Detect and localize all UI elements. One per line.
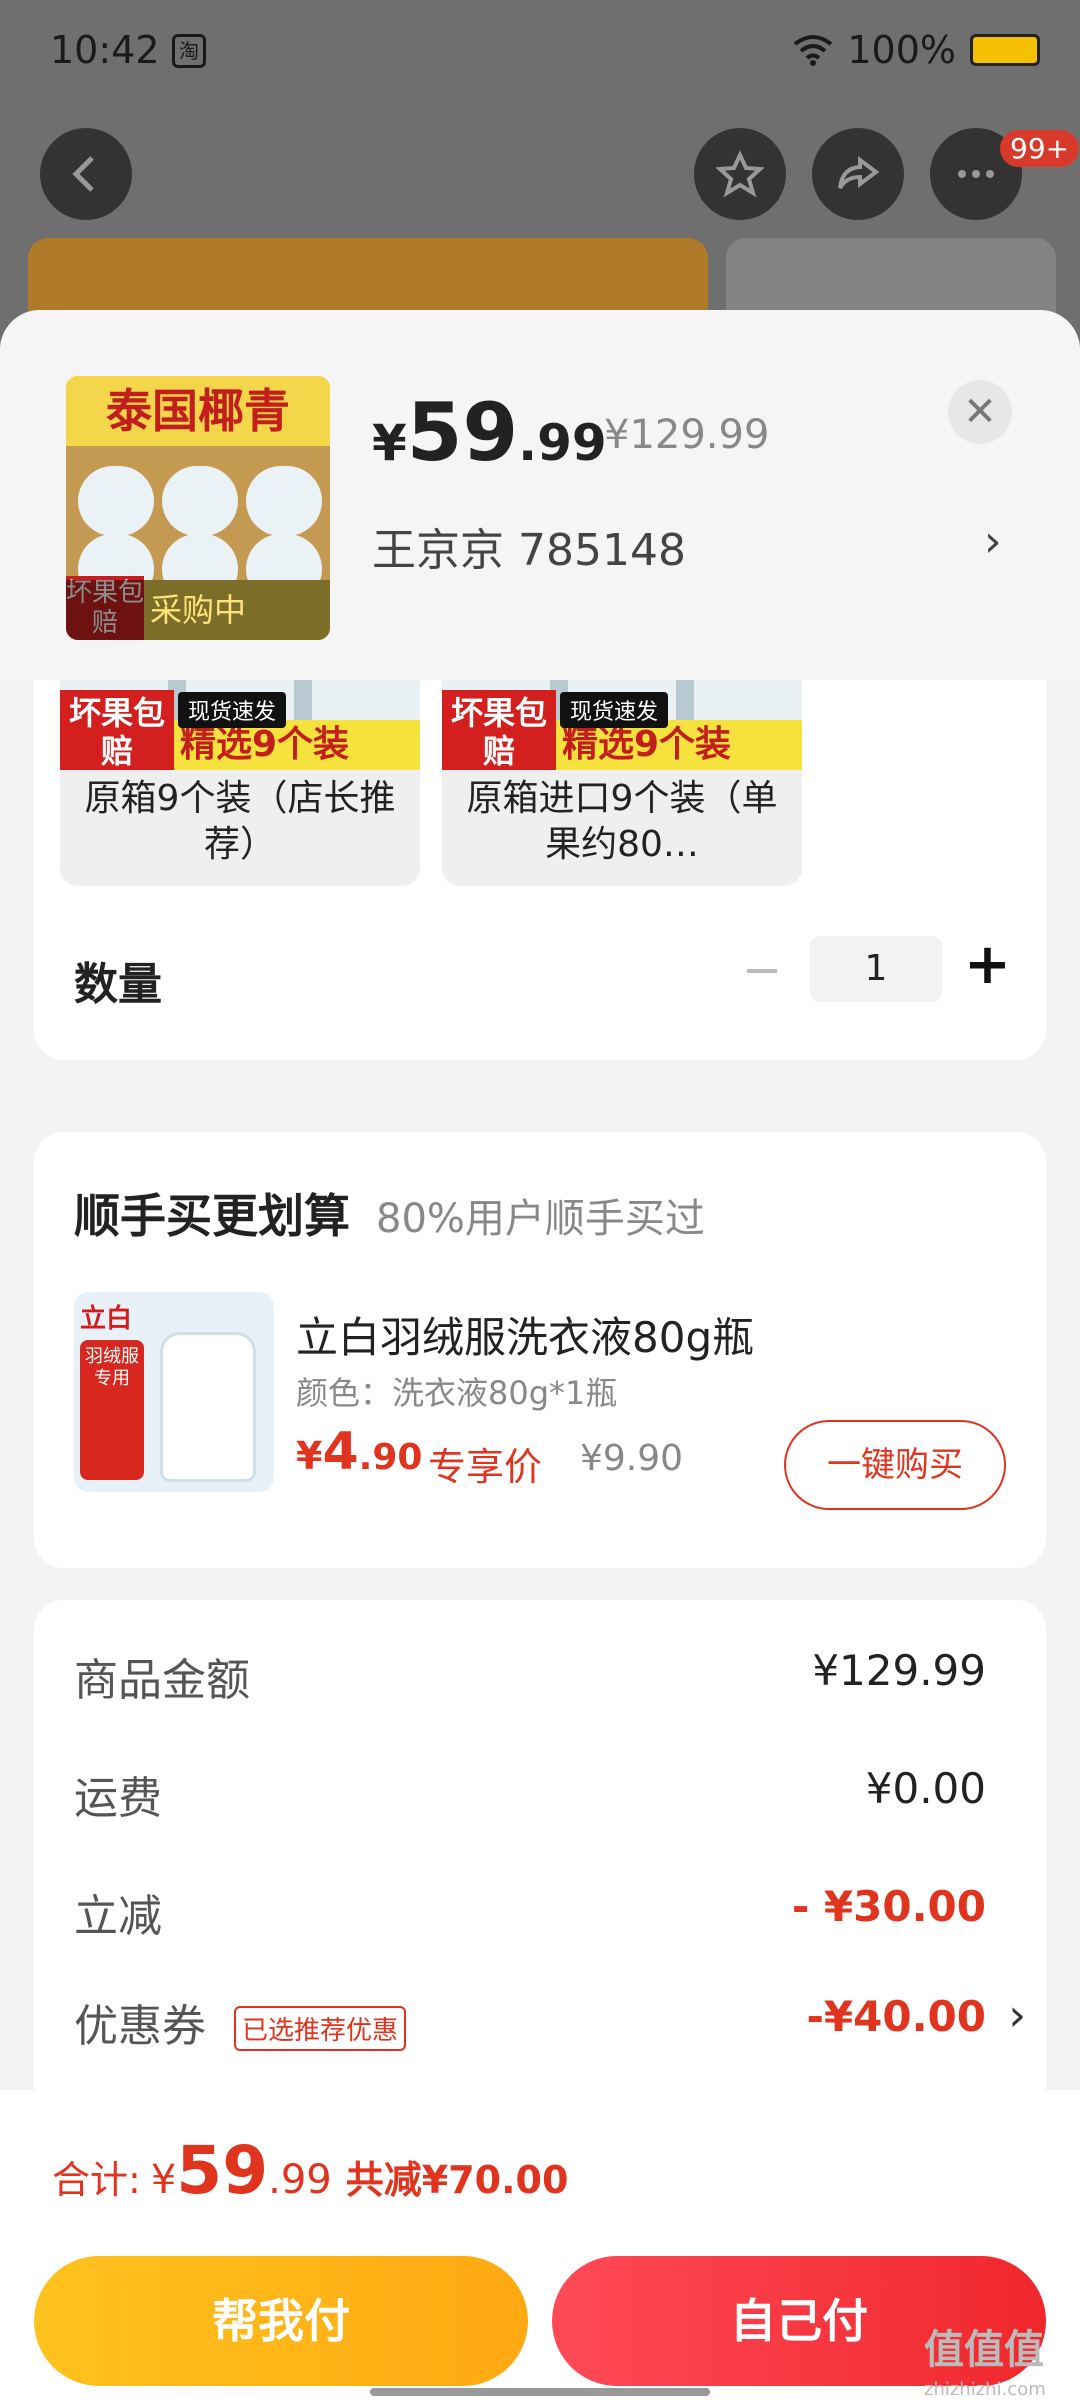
price-currency: ¥ (296, 1434, 323, 1478)
variant-label: 原箱进口9个装（单果约80… (466, 778, 778, 865)
addon-original-price: ¥9.90 (580, 1438, 684, 1479)
status-right: 100% (793, 28, 1040, 72)
close-button[interactable]: ✕ (948, 380, 1012, 444)
guarantee-tag: 坏果包赔 (442, 690, 556, 770)
chevron-right-icon[interactable]: › (1008, 1990, 1026, 2041)
purchase-sheet: 泰国椰青 坏果包赔 采购中 ¥ 59 .99 ¥129.99 ✕ 王京京 785… (0, 310, 1080, 2400)
addon-subtitle: 80%用户顺手买过 (376, 1196, 705, 1242)
price-integer: 4 (322, 1422, 359, 1482)
back-button[interactable] (40, 128, 132, 220)
status-bar: 10:42 淘 100% (0, 0, 1080, 100)
total-discount: 共减¥70.00 (345, 2158, 569, 2202)
chevron-right-icon[interactable]: › (984, 516, 1002, 567)
options-card: 精选9个装 坏果包赔 现货速发 原箱9个装（店长推荐） 精选9个装 坏果包赔 现… (34, 650, 1046, 1060)
total-label: 合计: (52, 2158, 141, 2202)
price-currency: ¥ (150, 2157, 177, 2203)
star-icon (716, 150, 764, 198)
summary-label: 优惠券 (74, 2001, 206, 2052)
total-price: 合计: ¥ 59 .99 共减¥70.00 (52, 2132, 568, 2209)
summary-row: 立减 - ¥30.00 (74, 1870, 1004, 1950)
share-icon (838, 156, 880, 190)
variant-option[interactable]: 精选9个装 坏果包赔 现货速发 原箱进口9个装（单果约80… (442, 650, 802, 886)
summary-value: ¥0.00 (865, 1764, 986, 1813)
coconut-image (78, 466, 154, 536)
share-button[interactable] (812, 128, 904, 220)
price-summary-card: 商品金额 ¥129.99 运费 ¥0.00 立减 - ¥30.00 优惠券 已选… (34, 1600, 1046, 2160)
variant-option[interactable]: 精选9个装 坏果包赔 现货速发 原箱9个装（店长推荐） (60, 650, 420, 886)
watermark: 值值值 zhizhizhi.com (924, 2330, 1046, 2400)
status-time: 10:42 (50, 28, 160, 72)
more-icon (958, 170, 994, 178)
addon-price: ¥ 4 .90 (296, 1422, 422, 1482)
summary-row: 运费 ¥0.00 (74, 1752, 1004, 1832)
battery-icon (970, 34, 1040, 66)
quantity-input[interactable]: 1 (810, 936, 942, 1002)
close-icon: ✕ (963, 389, 997, 435)
price-currency: ¥ (372, 414, 407, 472)
watermark-main: 值值值 (924, 2327, 1044, 2373)
addon-name[interactable]: 立白羽绒服洗衣液80g瓶 (296, 1304, 754, 1365)
exclusive-price-label: 专享价 (428, 1445, 543, 1489)
purchasing-overlay: 采购中 (66, 580, 330, 640)
price-decimal: .99 (518, 414, 607, 472)
addon-card: 顺手买更划算 80%用户顺手买过 立白 羽绒服专用 立白羽绒服洗衣液80g瓶 颜… (34, 1132, 1046, 1568)
price-integer: 59 (406, 386, 519, 479)
variant-label: 原箱9个装（店长推荐） (84, 778, 396, 865)
addon-image-tag: 羽绒服专用 (80, 1340, 144, 1480)
quantity-label: 数量 (74, 959, 162, 1010)
watermark-sub: zhizhizhi.com (924, 2379, 1046, 2400)
summary-value: - ¥30.00 (791, 1882, 986, 1931)
summary-value: ¥129.99 (812, 1646, 986, 1695)
home-indicator[interactable] (370, 2388, 710, 2396)
recipient-info[interactable]: 王京京 785148 (372, 514, 686, 578)
checkout-footer: 合计: ¥ 59 .99 共减¥70.00 帮我付 自己付 (0, 2090, 1080, 2400)
detergent-bottle-image (160, 1332, 256, 1482)
back-arrow-icon (72, 156, 94, 192)
coupon-row[interactable]: 优惠券 已选推荐优惠 -¥40.00 › (74, 1980, 1026, 2060)
summary-label: 运费 (74, 1773, 162, 1824)
favorite-button[interactable] (694, 128, 786, 220)
summary-label: 商品金额 (74, 1655, 250, 1706)
coconut-image (246, 466, 322, 536)
addon-spec: 颜色：洗衣液80g*1瓶 (296, 1374, 618, 1412)
price-integer: 59 (176, 2132, 269, 2209)
addon-title: 顺手买更划算 (74, 1189, 350, 1243)
product-thumbnail[interactable]: 泰国椰青 坏果包赔 采购中 (66, 376, 330, 640)
quick-ship-tag: 现货速发 (178, 692, 287, 728)
price-decimal: .90 (358, 1437, 423, 1478)
price-decimal: .99 (268, 2157, 332, 2203)
taobao-app-icon: 淘 (172, 34, 206, 68)
guarantee-tag: 坏果包赔 (60, 690, 174, 770)
battery-percent: 100% (847, 28, 956, 72)
minus-icon[interactable]: − (742, 942, 782, 998)
wifi-icon (794, 35, 833, 66)
one-click-buy-button[interactable]: 一键购买 (784, 1420, 1006, 1510)
original-price: ¥129.99 (604, 412, 770, 458)
coupon-tag: 已选推荐优惠 (234, 2006, 407, 2051)
summary-label: 立减 (74, 1891, 162, 1942)
coconut-image (162, 466, 238, 536)
quick-ship-tag: 现货速发 (560, 692, 669, 728)
current-price: ¥ 59 .99 (372, 386, 607, 479)
addon-brand: 立白 (80, 1304, 133, 1334)
product-image-title: 泰国椰青 (66, 376, 330, 446)
summary-row: 商品金额 ¥129.99 (74, 1634, 1004, 1714)
help-pay-button[interactable]: 帮我付 (34, 2256, 528, 2386)
sheet-header: 泰国椰青 坏果包赔 采购中 ¥ 59 .99 ¥129.99 ✕ 王京京 785… (0, 310, 1080, 680)
summary-value: -¥40.00 (806, 1992, 986, 2041)
plus-icon[interactable]: + (964, 932, 1011, 997)
notification-badge: 99+ (1000, 130, 1080, 167)
addon-product-image[interactable]: 立白 羽绒服专用 (74, 1292, 274, 1492)
